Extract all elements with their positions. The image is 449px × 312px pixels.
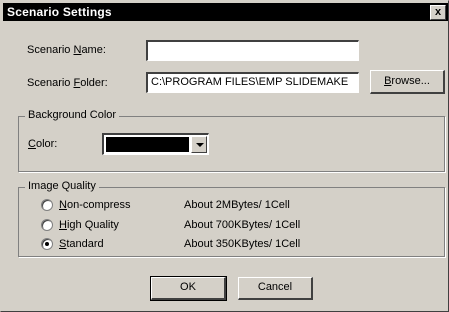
option-standard-size: About 350KBytes/ 1Cell (184, 238, 301, 250)
option-high-quality-label[interactable]: High Quality (59, 219, 119, 231)
color-dropdown-button[interactable] (191, 136, 207, 153)
radio-high-quality[interactable] (41, 219, 53, 231)
color-swatch (106, 137, 189, 152)
color-select[interactable] (102, 133, 209, 155)
scenario-folder-label: Scenario Folder: (27, 77, 108, 89)
scenario-settings-dialog: Scenario Settings x Scenario Name: Scena… (0, 0, 449, 312)
browse-button[interactable]: Browse... (370, 70, 445, 94)
cancel-button[interactable]: Cancel (238, 277, 313, 300)
chevron-down-icon (196, 143, 204, 147)
option-standard-label[interactable]: Standard (59, 238, 104, 250)
option-high-quality-size: About 700KBytes/ 1Cell (184, 219, 301, 231)
background-color-legend: Background Color (25, 109, 120, 121)
radio-non-compress[interactable] (41, 199, 53, 211)
image-quality-legend: Image Quality (25, 180, 99, 192)
window-title: Scenario Settings (7, 5, 112, 19)
option-non-compress-label[interactable]: Non-compress (59, 199, 131, 211)
color-label: Color: (28, 138, 58, 150)
radio-standard[interactable] (41, 238, 53, 250)
close-button[interactable]: x (430, 5, 446, 20)
radio-selected-dot (45, 242, 49, 246)
scenario-name-input[interactable] (146, 40, 359, 61)
scenario-name-label: Scenario Name: (27, 44, 106, 56)
ok-button[interactable]: OK (150, 276, 227, 301)
scenario-folder-input[interactable]: C:\PROGRAM FILES\EMP SLIDEMAKE (146, 72, 359, 93)
option-non-compress-size: About 2MBytes/ 1Cell (184, 199, 290, 211)
title-bar: Scenario Settings x (3, 3, 448, 21)
background-color-group: Background Color (18, 109, 445, 172)
